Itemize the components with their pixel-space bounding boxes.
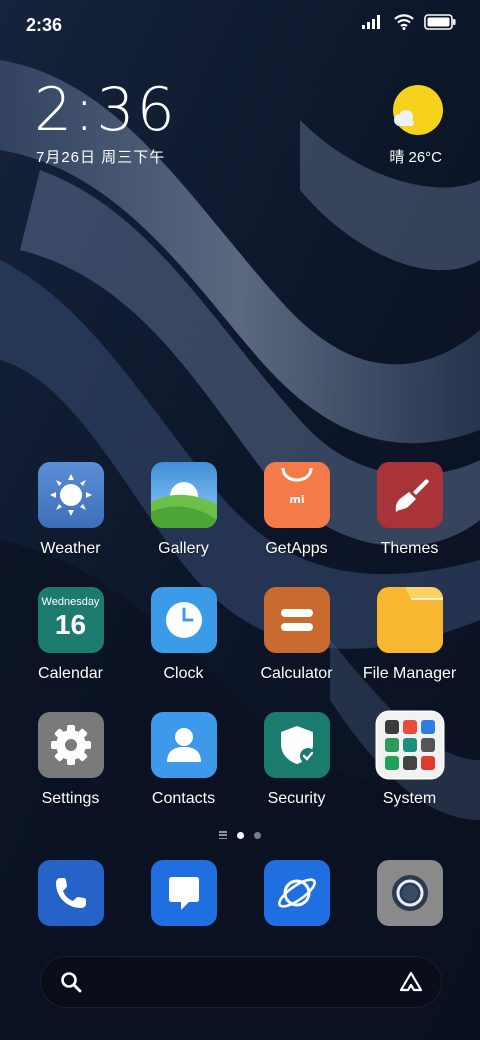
page-indicator[interactable] bbox=[0, 828, 480, 842]
app-file-manager[interactable]: File Manager bbox=[353, 587, 466, 683]
folder-app-icon bbox=[376, 587, 443, 653]
app-contacts[interactable]: Contacts bbox=[127, 712, 240, 808]
app-calculator[interactable]: Calculator bbox=[240, 587, 353, 683]
search-bar[interactable] bbox=[40, 956, 442, 1008]
contacts-app-icon bbox=[150, 712, 217, 778]
phone-icon bbox=[37, 860, 104, 926]
calculator-app-icon bbox=[263, 587, 330, 653]
messages-icon bbox=[150, 860, 217, 926]
dock-browser[interactable] bbox=[240, 860, 353, 926]
clock-widget-date: 7月26日 周三下午 bbox=[36, 149, 166, 166]
svg-text:mi: mi bbox=[289, 493, 304, 506]
dock-camera[interactable] bbox=[353, 860, 466, 926]
assistant-icon[interactable] bbox=[398, 970, 424, 994]
gallery-app-icon bbox=[150, 462, 217, 528]
calendar-weekday: Wednesday bbox=[41, 596, 100, 608]
app-label: File Manager bbox=[362, 665, 457, 682]
folder-preview-icon bbox=[376, 712, 443, 778]
app-label: Contacts bbox=[151, 790, 216, 807]
app-label: Settings bbox=[41, 790, 100, 807]
app-system-folder[interactable]: System bbox=[353, 712, 466, 808]
getapps-app-icon: mi bbox=[263, 462, 330, 528]
app-label: GetApps bbox=[265, 540, 328, 557]
app-label: Clock bbox=[163, 665, 204, 682]
weather-app-icon bbox=[37, 462, 104, 528]
app-getapps[interactable]: mi GetApps bbox=[240, 462, 353, 558]
app-label: Calendar bbox=[38, 665, 103, 682]
page-dot-active bbox=[237, 831, 244, 839]
app-label: Calculator bbox=[260, 665, 333, 682]
app-label: Themes bbox=[380, 540, 439, 557]
status-time: 2:36 bbox=[26, 15, 63, 35]
dock-messages[interactable] bbox=[127, 860, 240, 926]
page-list-icon bbox=[219, 831, 227, 839]
app-calendar[interactable]: Wednesday 16 Calendar bbox=[14, 587, 127, 683]
clock-widget-time[interactable]: 2:36 bbox=[34, 78, 177, 142]
calendar-app-icon: Wednesday 16 bbox=[37, 587, 104, 653]
app-label: Gallery bbox=[158, 540, 209, 557]
browser-icon bbox=[263, 860, 330, 926]
page-dot bbox=[254, 831, 261, 839]
app-clock[interactable]: Clock bbox=[127, 587, 240, 683]
battery-icon bbox=[424, 14, 456, 30]
themes-app-icon bbox=[376, 462, 443, 528]
app-themes[interactable]: Themes bbox=[353, 462, 466, 558]
clock-app-icon bbox=[150, 587, 217, 653]
dock-phone[interactable] bbox=[14, 860, 127, 926]
weather-widget[interactable] bbox=[386, 84, 446, 143]
wifi-icon bbox=[394, 14, 414, 30]
status-bar: 2:36 bbox=[0, 0, 480, 50]
gear-icon bbox=[37, 712, 104, 778]
app-weather[interactable]: Weather bbox=[14, 462, 127, 558]
camera-icon bbox=[376, 860, 443, 926]
app-gallery[interactable]: Gallery bbox=[127, 462, 240, 558]
app-label: Security bbox=[267, 790, 326, 807]
app-label: Weather bbox=[40, 540, 101, 557]
app-security[interactable]: Security bbox=[240, 712, 353, 808]
app-settings[interactable]: Settings bbox=[14, 712, 127, 808]
app-label: System bbox=[382, 790, 437, 807]
calendar-day: 16 bbox=[54, 609, 87, 640]
sun-cloud-icon bbox=[393, 85, 443, 135]
shield-icon bbox=[263, 712, 330, 778]
search-icon bbox=[61, 972, 82, 993]
weather-temperature: 晴 26°C bbox=[389, 149, 442, 166]
signal-icon bbox=[362, 15, 380, 29]
